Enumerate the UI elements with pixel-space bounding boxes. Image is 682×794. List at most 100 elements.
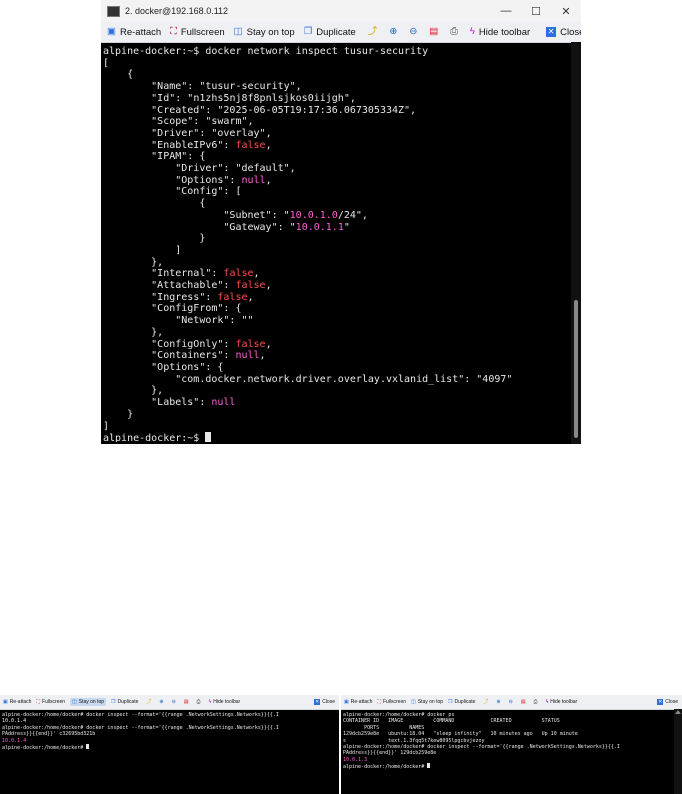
lightning-icon: ϟ bbox=[208, 698, 212, 705]
close-label: Close bbox=[322, 699, 335, 705]
terminal-line: "Name": "tusur-security", bbox=[103, 81, 302, 93]
close-button[interactable]: ✕ Close bbox=[546, 27, 581, 38]
zoom-out-icon[interactable]: ⊖ bbox=[509, 699, 513, 705]
terminal-line: alpine-docker:~$ docker network inspect … bbox=[103, 46, 429, 57]
close-button[interactable]: ✕ Close bbox=[657, 699, 678, 705]
scrollbar[interactable] bbox=[674, 709, 682, 794]
zoom-out-icon[interactable]: ⊖ bbox=[409, 27, 417, 37]
print-icon[interactable]: ⎙ bbox=[450, 27, 458, 37]
terminal-line: PAddress}}{{end}}' 129dcb259e8e bbox=[343, 750, 437, 757]
stay-on-top-button[interactable]: ◫ Stay on top bbox=[234, 27, 295, 38]
duplicate-icon: ❐ bbox=[111, 698, 116, 705]
duplicate-button[interactable]: ❐ Duplicate bbox=[304, 27, 356, 38]
zoom-in-icon[interactable]: ⊕ bbox=[389, 27, 397, 37]
fullscreen-button[interactable]: ⛶ Fullscreen bbox=[377, 699, 406, 705]
terminal-line: "Labels": null bbox=[103, 397, 236, 409]
terminal-line: "Attachable": false, bbox=[103, 280, 272, 292]
zoom-out-icon[interactable]: ⊖ bbox=[172, 699, 176, 705]
terminal-line: alpine-docker:/home/docker# docker ps bbox=[343, 712, 455, 718]
duplicate-label: Duplicate bbox=[316, 26, 356, 38]
terminal-line: 10.0.1.3 bbox=[343, 756, 368, 763]
fullscreen-button[interactable]: ⛶ Fullscreen bbox=[170, 27, 224, 38]
terminal-line: "Scope": "swarm", bbox=[103, 116, 254, 128]
terminal-line: ] bbox=[103, 420, 110, 432]
close-icon: ✕ bbox=[546, 27, 557, 37]
stay-on-top-button[interactable]: ◫ Stay on top bbox=[411, 699, 443, 705]
toolbar: ▣ Re-attach ⛶ Fullscreen ◫ Stay on top ❐… bbox=[341, 695, 682, 710]
main-terminal-window: 2. docker@192.168.0.112 — ☐ ✕ ▣ Re-attac… bbox=[101, 0, 581, 444]
fullscreen-button[interactable]: ⛶ Fullscreen bbox=[36, 699, 65, 705]
hide-toolbar-button[interactable]: ϟ Hide toolbar bbox=[470, 27, 530, 38]
terminal-line: "Driver": "default", bbox=[103, 163, 296, 175]
screenshot-icon[interactable]: ▤ bbox=[521, 699, 526, 705]
close-label: Close bbox=[665, 699, 678, 705]
right-terminal-window: ▣ Re-attach ⛶ Fullscreen ◫ Stay on top ❐… bbox=[341, 695, 682, 794]
terminal-output[interactable]: alpine-docker:~$ docker network inspect … bbox=[103, 46, 569, 442]
terminal-line: "IPAM": { bbox=[103, 151, 206, 163]
maximize-button[interactable]: ☐ bbox=[521, 5, 551, 18]
terminal-line: "ConfigOnly": false, bbox=[103, 338, 272, 350]
terminal-output[interactable]: alpine-docker:/home/docker# docker inspe… bbox=[2, 712, 337, 792]
screenshot-icon[interactable]: ▤ bbox=[184, 699, 189, 705]
reattach-label: Re-attach bbox=[9, 699, 32, 705]
reattach-icon: ▣ bbox=[3, 698, 8, 705]
stay-on-top-icon: ◫ bbox=[233, 26, 243, 38]
zoom-in-icon[interactable]: ⊕ bbox=[159, 699, 163, 705]
scrollbar[interactable] bbox=[571, 42, 581, 444]
print-icon[interactable]: ⎙ bbox=[197, 699, 201, 705]
stay-on-top-icon: ◫ bbox=[411, 698, 416, 705]
terminal-line: 10.0.1.4 bbox=[2, 737, 27, 744]
duplicate-button[interactable]: ❐ Duplicate bbox=[111, 699, 138, 705]
terminal-line: "EnableIPv6": false, bbox=[103, 139, 272, 151]
hide-toolbar-button[interactable]: ϟ Hide toolbar bbox=[209, 699, 241, 705]
window-close-button[interactable]: ✕ bbox=[551, 5, 581, 18]
terminal-line: "com.docker.network.driver.overlay.vxlan… bbox=[175, 373, 513, 385]
duplicate-button[interactable]: ❐ Duplicate bbox=[448, 699, 475, 705]
zoom-in-icon[interactable]: ⊕ bbox=[496, 699, 500, 705]
terminal-icon bbox=[107, 5, 120, 17]
fullscreen-icon: ⛶ bbox=[36, 698, 40, 705]
reattach-button[interactable]: ▣ Re-attach bbox=[3, 699, 31, 705]
hide-toolbar-label: Hide toolbar bbox=[478, 26, 531, 38]
print-icon[interactable]: ⎙ bbox=[534, 699, 538, 705]
stay-on-top-label: Stay on top bbox=[78, 699, 105, 705]
window-title: 2. docker@192.168.0.112 bbox=[125, 6, 229, 16]
terminal-line: } bbox=[103, 408, 134, 420]
minimize-button[interactable]: — bbox=[491, 5, 521, 17]
close-button[interactable]: ✕ Close bbox=[314, 699, 335, 705]
duplicate-label: Duplicate bbox=[454, 699, 476, 705]
terminal-line: ] bbox=[103, 244, 182, 256]
hide-toolbar-label: Hide toolbar bbox=[213, 699, 241, 705]
terminal-line: "Subnet": "10.0.1.0/24", bbox=[103, 209, 368, 221]
scrollbar-thumb[interactable] bbox=[574, 300, 578, 438]
stay-on-top-label: Stay on top bbox=[246, 26, 295, 38]
left-terminal-window: ▣ Re-attach ⛶ Fullscreen ◫ Stay on top ❐… bbox=[0, 695, 339, 794]
terminal-line: 10.0.1.4 bbox=[2, 718, 27, 725]
fullscreen-label: Fullscreen bbox=[41, 699, 66, 705]
terminal-output[interactable]: alpine-docker:/home/docker# docker ps CO… bbox=[343, 712, 672, 792]
chart-icon[interactable]: ⤴ bbox=[483, 699, 488, 705]
terminal-line: "Network": "" bbox=[103, 315, 254, 327]
reattach-button[interactable]: ▣ Re-attach bbox=[344, 699, 372, 705]
terminal-line: }, bbox=[103, 385, 164, 397]
terminal-line: alpine-docker:/home/docker# bbox=[343, 763, 431, 770]
duplicate-icon: ❐ bbox=[303, 26, 313, 38]
close-icon: ✕ bbox=[657, 699, 664, 705]
terminal-line: CONTAINER ID IMAGE COMMAND CREATED STATU… bbox=[343, 718, 560, 725]
title-bar[interactable]: 2. docker@192.168.0.112 — ☐ ✕ bbox=[101, 0, 581, 22]
screenshot-icon[interactable]: ▤ bbox=[429, 27, 438, 37]
chart-icon[interactable]: ⤴ bbox=[146, 699, 151, 705]
hide-toolbar-button[interactable]: ϟ Hide toolbar bbox=[546, 699, 578, 705]
cursor bbox=[205, 432, 212, 442]
scroll-up-arrow[interactable] bbox=[675, 710, 681, 714]
lightning-icon: ϟ bbox=[469, 26, 475, 38]
terminal-line: "Created": "2025-06-05T19:17:36.06730533… bbox=[103, 104, 417, 116]
terminal-line: }, bbox=[103, 326, 164, 338]
fullscreen-icon: ⛶ bbox=[377, 698, 381, 705]
stay-on-top-button[interactable]: ◫ Stay on top bbox=[70, 698, 107, 706]
terminal-line: "Config": [ bbox=[103, 186, 242, 198]
terminal-line: "Options": { bbox=[103, 361, 224, 373]
terminal-line: "Ingress": false, bbox=[103, 291, 254, 303]
chart-icon[interactable]: ⤴ bbox=[368, 27, 378, 37]
reattach-button[interactable]: ▣ Re-attach bbox=[107, 27, 161, 38]
